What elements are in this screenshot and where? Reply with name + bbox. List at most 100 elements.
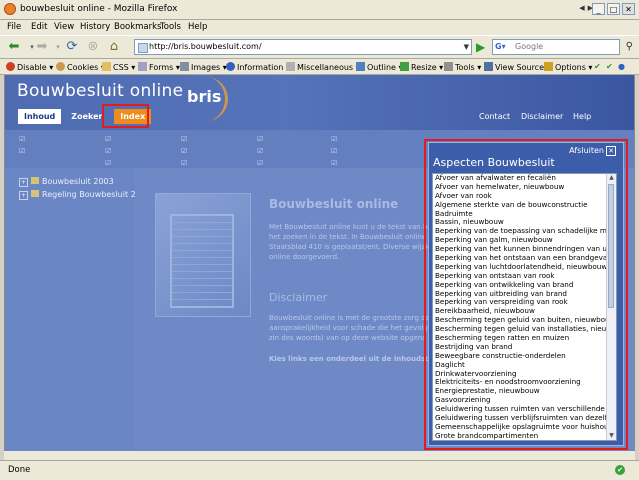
outline-icon <box>356 62 365 71</box>
filter-checkbox[interactable] <box>19 135 28 143</box>
intro-text: Met Bouwbesluit online kunt u de tekst v… <box>269 223 435 231</box>
home-icon[interactable]: ⌂ <box>106 39 122 55</box>
back-icon[interactable]: ⬅ <box>6 39 22 55</box>
filter-checkbox[interactable] <box>257 159 266 167</box>
filter-checkbox[interactable] <box>331 159 340 167</box>
dev-miscellaneous[interactable]: Miscellaneous ▾ <box>286 62 360 72</box>
disable-icon <box>6 62 15 71</box>
intro-text: het zoeken in de tekst. In Bouwbesluit o… <box>269 233 435 241</box>
nav-contact[interactable]: Contact <box>479 112 510 121</box>
filter-checkbox[interactable] <box>181 159 190 167</box>
view-source-icon <box>484 62 493 71</box>
page-icon <box>138 43 148 53</box>
close-window-button[interactable]: ✕ <box>622 3 635 15</box>
expand-icon[interactable]: + <box>19 178 28 187</box>
menu-file[interactable]: File <box>7 22 21 32</box>
menu-help[interactable]: Help <box>188 22 207 32</box>
nav-disclaimer[interactable]: Disclaimer <box>521 112 563 121</box>
forms-icon <box>138 62 147 71</box>
resize-icon <box>400 62 409 71</box>
folder-icon <box>31 177 39 184</box>
tree-item-bouwbesluit-2003[interactable]: + Bouwbesluit 2003 <box>19 177 114 187</box>
forward-icon[interactable]: ➡ <box>34 39 50 55</box>
stop-icon[interactable]: ⊗ <box>85 39 101 55</box>
dev-information[interactable]: Information ▾ <box>226 62 290 72</box>
css-icon <box>102 62 111 71</box>
expand-icon[interactable]: + <box>19 191 28 200</box>
dev-images[interactable]: Images ▾ <box>180 62 227 72</box>
window-title: bouwbesluit online - Mozilla Firefox <box>20 4 178 14</box>
filter-checkbox[interactable] <box>181 147 190 155</box>
dev-options[interactable]: Options ▾ <box>544 62 592 72</box>
status-ok-icon: ✔ <box>615 465 625 475</box>
intro-text: online doorgevoerd. <box>269 253 340 261</box>
page-title: Bouwbesluit online <box>269 197 399 211</box>
left-pane: + Bouwbesluit 2003 + Regeling Bouwbesluit … <box>5 168 146 460</box>
minimize-button[interactable]: _ <box>592 3 605 15</box>
reload-icon[interactable]: ⟳ <box>64 39 80 55</box>
filter-checkbox[interactable] <box>19 147 28 155</box>
url-dropdown-icon[interactable]: ▼ <box>464 40 469 54</box>
intro-text: Staatsblad 410 is geplaatst/ent. Diverse… <box>269 243 438 251</box>
navigation-toolbar: ⬅ ▾ ➡ ▾ ⟳ ⊗ ⌂ http://bris.bouwbesluit.co… <box>0 35 639 59</box>
checkmark-icon[interactable]: ✔ <box>594 62 601 71</box>
search-input[interactable]: G▾ Google ⚲ <box>492 39 633 55</box>
disclaimer-text: Bouwbesluit online is met de grootste zo… <box>269 314 430 322</box>
maximize-button[interactable]: □ <box>607 3 620 15</box>
filter-checkbox[interactable] <box>331 135 340 143</box>
tree-item-label: Regeling Bouwbesluit 200 <box>42 190 146 199</box>
dev-disable[interactable]: Disable ▾ <box>6 62 53 72</box>
disclaimer-text: zin des woords) van op deze website opge… <box>269 334 427 342</box>
web-developer-toolbar: Disable ▾ Cookies ▾ CSS ▾ Forms ▾ Images… <box>0 59 639 75</box>
popup-highlight <box>424 139 628 450</box>
info-circle-icon[interactable]: ● <box>618 62 625 71</box>
menu-tools[interactable]: Tools <box>160 22 181 32</box>
tree-item-label: Bouwbesluit 2003 <box>42 177 114 186</box>
nav-help[interactable]: Help <box>573 112 591 121</box>
options-icon <box>544 62 553 71</box>
filter-checkbox[interactable] <box>105 159 114 167</box>
horizontal-scrollbar[interactable] <box>4 451 635 460</box>
search-icon[interactable]: ⚲ <box>626 40 633 54</box>
menu-bar: File Edit View History Bookmarks Tools H… <box>0 20 639 35</box>
filter-checkbox[interactable] <box>257 135 266 143</box>
site-header: Bouwbesluit online bris Inhoud Zoeken In… <box>5 75 634 130</box>
brand-logo: bris <box>187 87 222 106</box>
dev-outline[interactable]: Outline ▾ <box>356 62 403 72</box>
google-icon[interactable]: G▾ <box>495 40 506 54</box>
filter-checkbox[interactable] <box>105 147 114 155</box>
dev-cookies[interactable]: Cookies ▾ <box>56 62 105 72</box>
title-bar: bouwbesluit online - Mozilla Firefox ◀ ▶ … <box>0 0 639 20</box>
site-logo[interactable]: Bouwbesluit online <box>17 81 183 101</box>
menu-history[interactable]: History <box>80 22 110 32</box>
go-icon[interactable]: ▶ <box>476 39 490 55</box>
filter-checkbox[interactable] <box>105 135 114 143</box>
dev-view-source[interactable]: View Source ▾ <box>484 62 551 72</box>
disclaimer-title: Disclaimer <box>269 291 328 304</box>
dev-resize[interactable]: Resize ▾ <box>400 62 443 72</box>
dev-forms[interactable]: Forms ▾ <box>138 62 180 72</box>
menu-view[interactable]: View <box>54 22 74 32</box>
tree-item-regeling-bouwbesluit[interactable]: + Regeling Bouwbesluit 200 <box>19 190 146 200</box>
tools-icon <box>444 62 453 71</box>
filter-checkbox[interactable] <box>331 147 340 155</box>
url-bar[interactable]: http://bris.bouwbesluit.com/ ▼ <box>134 39 472 55</box>
cookie-icon <box>56 62 65 71</box>
menu-bookmarks[interactable]: Bookmarks <box>114 22 162 32</box>
search-placeholder: Google <box>515 42 544 51</box>
status-bar: Done ✔ <box>0 460 639 480</box>
filter-checkbox[interactable] <box>181 135 190 143</box>
filter-checkbox[interactable] <box>257 147 266 155</box>
tab-scroll-arrows[interactable]: ◀ ▶ <box>579 4 593 12</box>
dev-css[interactable]: CSS ▾ <box>102 62 135 72</box>
hint-text: Kies links een onderdeel uit de inhoudso… <box>269 355 450 363</box>
checkmark-icon-2[interactable]: ✔ <box>606 62 613 71</box>
url-text: http://bris.bouwbesluit.com/ <box>149 42 262 51</box>
menu-edit[interactable]: Edit <box>31 22 47 32</box>
folder-icon <box>31 190 39 197</box>
tab-inhoud[interactable]: Inhoud <box>18 109 62 124</box>
status-text: Done <box>8 465 31 475</box>
disclaimer-text: aansprakelijkheid voor schade die het ge… <box>269 324 428 332</box>
dev-tools[interactable]: Tools ▾ <box>444 62 481 72</box>
index-tab-highlight <box>102 104 149 128</box>
